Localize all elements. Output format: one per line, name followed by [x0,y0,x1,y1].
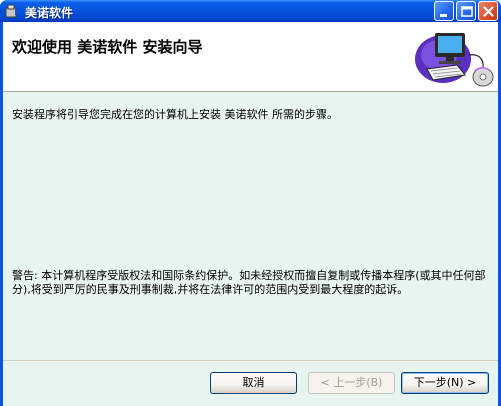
page-title: 欢迎使用 美诺软件 安装向导 [12,38,203,56]
button-separator [3,360,498,361]
maximize-button[interactable] [456,1,476,21]
title-bar[interactable]: 美诺软件 [0,0,501,22]
computer-setup-icon [415,33,494,87]
next-button[interactable]: 下一步(N) > [401,372,489,394]
wizard-client-area: 欢迎使用 美诺软件 安装向导 安装程序将引导您完成在您的计算机上安装 美诺软件 … [3,22,498,406]
minimize-button[interactable] [434,1,454,21]
maximize-icon [461,6,473,17]
close-icon [483,6,494,17]
installer-app-icon [5,4,18,18]
back-button[interactable]: < 上一步(B) [308,372,395,394]
wizard-banner: 欢迎使用 美诺软件 安装向导 [3,22,498,92]
close-button[interactable] [478,1,498,21]
intro-text: 安装程序将引导您完成在您的计算机上安装 美诺软件 所需的步骤。 [12,108,338,121]
cancel-button[interactable]: 取消 [210,372,297,394]
window-title: 美诺软件 [25,6,74,20]
minimize-icon [440,14,447,17]
copyright-warning: 警告: 本计算机程序受版权法和国际条约保护。如未经授权而擅自复制或传播本程序(或… [12,269,486,296]
installer-window: 美诺软件 欢迎使用 美诺软件 安装向导 安装程序将引导您完成在您的计算机上安装 … [0,0,501,406]
